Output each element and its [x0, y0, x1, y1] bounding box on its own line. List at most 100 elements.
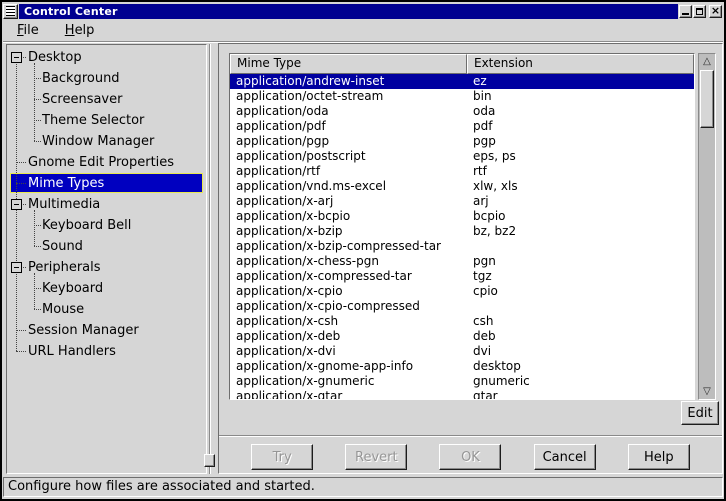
extension-cell: desktop	[469, 359, 694, 374]
sidebar-item-multimedia[interactable]: Multimedia	[8, 194, 205, 215]
sidebar-item-label: Multimedia	[28, 197, 100, 212]
sidebar-item-gnome-edit-properties[interactable]: Gnome Edit Properties	[8, 152, 205, 173]
sidebar-item-keyboard[interactable]: Keyboard	[8, 278, 205, 299]
window-menu-button[interactable]	[3, 4, 18, 19]
scrollbar-thumb[interactable]	[700, 70, 714, 128]
extension-cell	[469, 299, 694, 314]
sidebar-item-url-handlers[interactable]: URL Handlers	[8, 341, 205, 362]
tree-connector	[34, 225, 41, 226]
table-row[interactable]: application/x-cshcsh	[230, 314, 694, 329]
cancel-button[interactable]: Cancel	[534, 444, 596, 470]
sidebar-item-screensaver[interactable]: Screensaver	[8, 89, 205, 110]
table-row[interactable]: application/rtfrtf	[230, 164, 694, 179]
maximize-button[interactable]	[693, 5, 706, 18]
tree-connector	[16, 183, 26, 184]
table-row[interactable]: application/x-gnumericgnumeric	[230, 374, 694, 389]
table-row[interactable]: application/x-compressed-tartgz	[230, 269, 694, 284]
table-row[interactable]: application/x-arjarj	[230, 194, 694, 209]
mime-type-cell: application/x-gtar	[230, 389, 469, 399]
sidebar-item-label: Mime Types	[28, 176, 104, 191]
extension-cell	[469, 239, 694, 254]
table-row[interactable]: application/x-bzip-compressed-tar	[230, 239, 694, 254]
minimize-icon	[682, 13, 689, 15]
column-header-mime-type[interactable]: Mime Type	[230, 54, 467, 74]
sidebar-item-label: Mouse	[42, 302, 84, 317]
mime-type-cell: application/x-chess-pgn	[230, 254, 469, 269]
mime-type-cell: application/pgp	[230, 134, 469, 149]
table-row[interactable]: application/postscripteps, ps	[230, 149, 694, 164]
table-row[interactable]: application/x-gtargtar	[230, 389, 694, 399]
sidebar-item-mouse[interactable]: Mouse	[8, 299, 205, 320]
close-button[interactable]: ×	[709, 5, 722, 18]
help-button[interactable]: Help	[628, 444, 690, 470]
mime-type-cell: application/andrew-inset	[230, 74, 469, 89]
table-row[interactable]: application/x-cpio-compressed	[230, 299, 694, 314]
sidebar-item-mime-types[interactable]: Mime Types	[8, 173, 205, 194]
scroll-up-arrow-icon[interactable]: △	[699, 54, 715, 69]
sidebar-item-background[interactable]: Background	[8, 68, 205, 89]
table-row[interactable]: application/x-chess-pgnpgn	[230, 254, 694, 269]
table-row[interactable]: application/vnd.ms-excelxlw, xls	[230, 179, 694, 194]
table-row[interactable]: application/octet-streambin	[230, 89, 694, 104]
table-row[interactable]: application/x-bzipbz, bz2	[230, 224, 694, 239]
tree-connector	[34, 120, 41, 121]
tree-expander-minus-icon[interactable]	[11, 262, 22, 273]
table-row[interactable]: application/pgppgp	[230, 134, 694, 149]
mime-type-cell: application/x-cpio	[230, 284, 469, 299]
column-header-extension[interactable]: Extension	[467, 54, 694, 74]
menu-help[interactable]: Help	[65, 23, 95, 38]
minimize-button[interactable]	[679, 5, 692, 18]
window-title: Control Center	[19, 4, 678, 19]
mime-type-cell: application/x-gnumeric	[230, 374, 469, 389]
tree-connector	[16, 351, 26, 352]
menu-file[interactable]: File	[17, 23, 39, 38]
mime-type-cell: application/oda	[230, 104, 469, 119]
sidebar-item-keyboard-bell[interactable]: Keyboard Bell	[8, 215, 205, 236]
table-header: Mime Type Extension	[230, 54, 694, 74]
table-row[interactable]: application/x-gnome-app-infodesktop	[230, 359, 694, 374]
edit-button[interactable]: Edit	[681, 401, 719, 425]
revert-button[interactable]: Revert	[345, 444, 407, 470]
table-row[interactable]: application/pdfpdf	[230, 119, 694, 134]
extension-cell: dvi	[469, 344, 694, 359]
sidebar-item-desktop[interactable]: Desktop	[8, 47, 205, 68]
tree-connector	[34, 288, 41, 289]
extension-cell: gtar	[469, 389, 694, 399]
table-row[interactable]: application/x-debdeb	[230, 329, 694, 344]
extension-cell: csh	[469, 314, 694, 329]
title-bar[interactable]: Control Center ×	[3, 3, 723, 19]
extension-cell: xlw, xls	[469, 179, 694, 194]
sidebar-item-window-manager[interactable]: Window Manager	[8, 131, 205, 152]
vertical-scrollbar[interactable]: △ ▽	[698, 53, 716, 400]
sidebar-item-sound[interactable]: Sound	[8, 236, 205, 257]
mime-table: Mime Type Extension application/andrew-i…	[229, 53, 695, 400]
extension-cell: oda	[469, 104, 694, 119]
sidebar-item-label: Screensaver	[42, 92, 122, 107]
extension-cell: cpio	[469, 284, 694, 299]
mime-type-cell: application/x-arj	[230, 194, 469, 209]
extension-cell: pdf	[469, 119, 694, 134]
try-button[interactable]: Try	[251, 444, 313, 470]
tree-expander-minus-icon[interactable]	[11, 199, 22, 210]
table-row[interactable]: application/x-bcpiobcpio	[230, 209, 694, 224]
sidebar-item-peripherals[interactable]: Peripherals	[8, 257, 205, 278]
action-button-row: Try Revert OK Cancel Help	[219, 441, 722, 473]
sidebar-item-session-manager[interactable]: Session Manager	[8, 320, 205, 341]
table-row[interactable]: application/x-cpiocpio	[230, 284, 694, 299]
scroll-down-arrow-icon[interactable]: ▽	[699, 384, 715, 399]
separator	[219, 435, 722, 437]
extension-cell: ez	[469, 74, 694, 89]
table-row[interactable]: application/x-dvidvi	[230, 344, 694, 359]
sidebar-item-label: Keyboard Bell	[42, 218, 131, 233]
mime-type-cell: application/rtf	[230, 164, 469, 179]
extension-cell: tgz	[469, 269, 694, 284]
sidebar-item-theme-selector[interactable]: Theme Selector	[8, 110, 205, 131]
table-row[interactable]: application/odaoda	[230, 104, 694, 119]
tree-expander-minus-icon[interactable]	[11, 52, 22, 63]
table-row[interactable]: application/andrew-insetez	[230, 74, 694, 89]
pane-resize-handle[interactable]	[204, 454, 215, 467]
category-tree-panel: DesktopBackground Screensaver Theme Select…	[6, 44, 207, 474]
extension-cell: rtf	[469, 164, 694, 179]
ok-button[interactable]: OK	[439, 444, 501, 470]
tree-connector	[34, 99, 41, 100]
